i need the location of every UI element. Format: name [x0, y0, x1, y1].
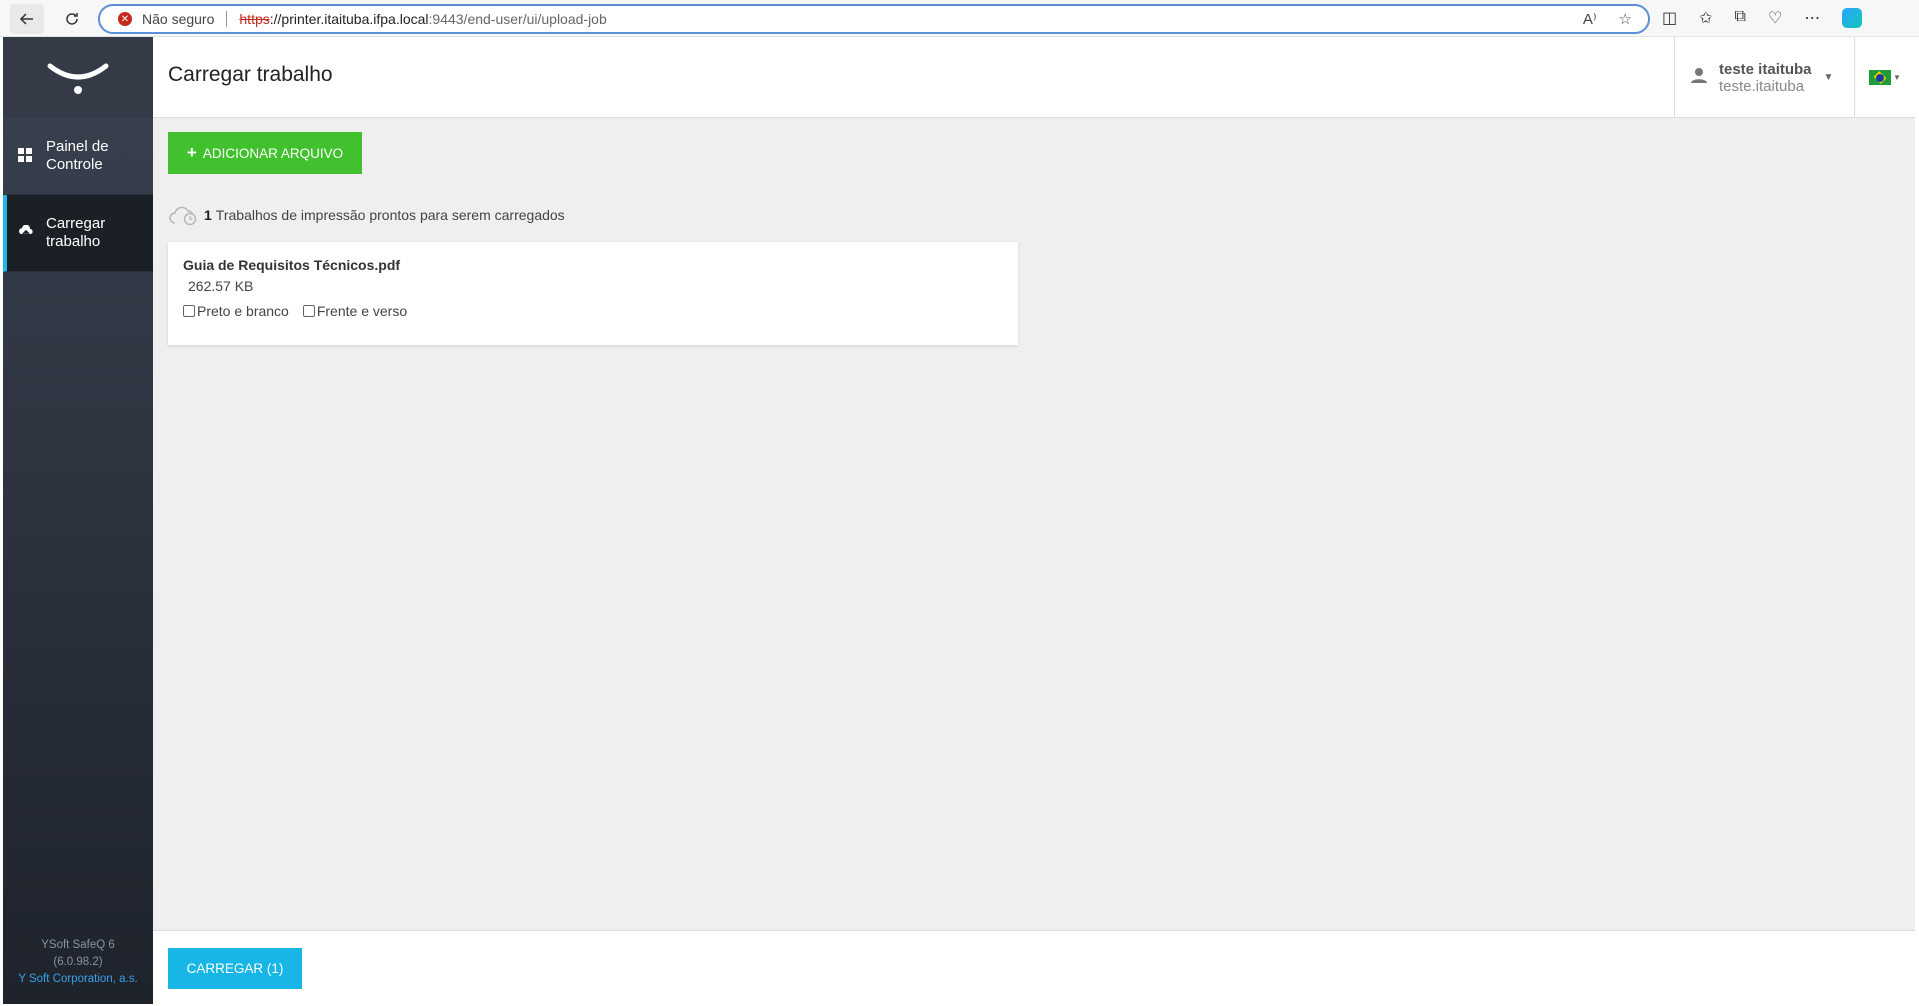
header: Carregar trabalho teste itaituba teste.i…: [153, 37, 1915, 118]
url-path: :9443/end-user/ui/upload-job: [428, 11, 607, 27]
duplex-label: Frente e verso: [316, 303, 408, 319]
browser-toolbar: ✕ Não seguro https ://printer.itaituba.i…: [0, 0, 1919, 37]
duplex-checkbox[interactable]: [302, 305, 315, 317]
collections-icon[interactable]: ⧉: [1735, 8, 1746, 28]
option-black-white[interactable]: Preto e branco: [183, 303, 289, 319]
sidebar-item-label: Carregar trabalho: [46, 215, 106, 250]
app-window: Painel de Controle Carregar trabalho YSo…: [3, 37, 1915, 1004]
product-name: YSoft SafeQ 6: [41, 939, 115, 951]
url-host: ://printer.itaituba.ifpa.local: [269, 11, 429, 27]
more-icon[interactable]: ⋯: [1804, 8, 1820, 28]
main-content: Carregar trabalho teste itaituba teste.i…: [153, 37, 1915, 1004]
ready-text: Trabalhos de impressão prontos para sere…: [215, 207, 565, 223]
action-footer: CARREGAR (1): [153, 930, 1915, 1004]
dashboard-icon: [18, 147, 36, 165]
plus-icon: +: [186, 143, 197, 162]
split-screen-icon[interactable]: ◫: [1662, 8, 1677, 28]
sidebar-item-upload-job[interactable]: Carregar trabalho: [3, 195, 153, 272]
user-login: teste.itaituba: [1719, 77, 1805, 95]
security-label[interactable]: Não seguro: [142, 11, 214, 27]
add-file-label: ADICIONAR ARQUIVO: [202, 145, 344, 161]
reload-button[interactable]: [55, 4, 89, 34]
language-selector[interactable]: ▼: [1854, 37, 1915, 118]
caret-down-icon: ▼: [1823, 72, 1834, 83]
browser-health-icon[interactable]: ♡: [1768, 8, 1782, 28]
ready-count: 1: [204, 207, 212, 223]
black-white-checkbox[interactable]: [183, 305, 195, 317]
company-link[interactable]: Y Soft Corporation, a.s.: [3, 971, 153, 988]
job-file-name: Guia de Requisitos Técnicos.pdf: [183, 257, 401, 273]
cloud-upload-icon: [18, 224, 36, 242]
cloud-clock-icon: [169, 206, 197, 226]
user-menu[interactable]: teste itaituba teste.itaituba ▼: [1674, 37, 1854, 118]
black-white-label: Preto e branco: [197, 303, 289, 319]
brazil-flag-icon: [1869, 70, 1892, 85]
job-file-size: 262.57 KB: [188, 278, 254, 294]
job-card: Guia de Requisitos Técnicos.pdf 262.57 K…: [168, 242, 1018, 345]
ready-status: 1 Trabalhos de impressão prontos para se…: [168, 204, 565, 226]
copilot-icon[interactable]: [1842, 8, 1863, 28]
ysoft-logo-icon: [47, 63, 109, 94]
url-protocol: https: [239, 11, 270, 27]
favorites-icon[interactable]: ✩: [1699, 8, 1712, 28]
version-info: YSoft SafeQ 6 (6.0.98.2) Y Soft Corporat…: [3, 937, 153, 988]
address-separator: [226, 11, 228, 27]
sidebar-item-label: Painel de Controle: [46, 138, 109, 173]
page-title: Carregar trabalho: [168, 63, 333, 86]
address-bar[interactable]: ✕ Não seguro https ://printer.itaituba.i…: [98, 4, 1650, 34]
sidebar: Painel de Controle Carregar trabalho YSo…: [3, 37, 153, 1004]
back-icon: [19, 13, 33, 25]
option-duplex[interactable]: Frente e verso: [302, 303, 408, 319]
user-name: teste itaituba: [1719, 60, 1812, 78]
read-aloud-icon[interactable]: A⁾: [1583, 10, 1597, 28]
reload-icon: [66, 13, 78, 25]
user-icon: [1691, 67, 1707, 88]
logo[interactable]: [3, 37, 153, 118]
product-version: (6.0.98.2): [53, 956, 103, 968]
sidebar-item-dashboard[interactable]: Painel de Controle: [3, 118, 153, 195]
favorite-star-icon[interactable]: ☆: [1619, 10, 1632, 28]
upload-button[interactable]: CARREGAR (1): [168, 948, 302, 989]
caret-down-icon: ▼: [1893, 73, 1901, 82]
add-file-button[interactable]: + ADICIONAR ARQUIVO: [168, 132, 362, 174]
back-button[interactable]: [10, 4, 44, 34]
not-secure-icon: ✕: [118, 12, 132, 26]
